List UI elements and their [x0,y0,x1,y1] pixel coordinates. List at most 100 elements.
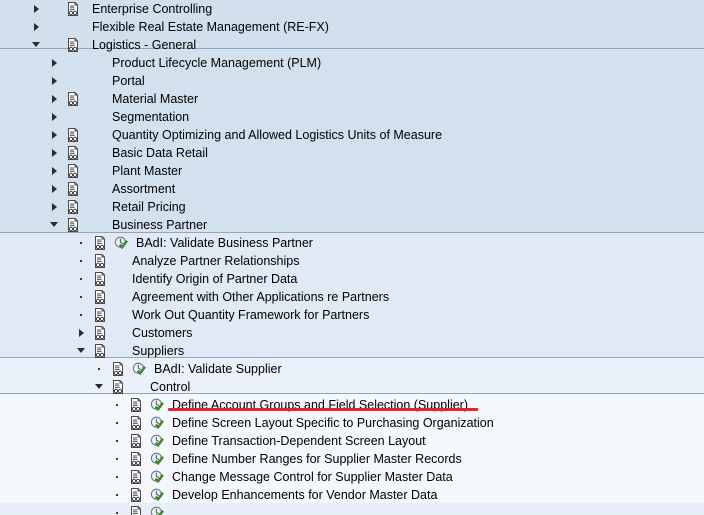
img-activity-green-check-icon[interactable] [132,362,146,376]
chevron-right-icon[interactable] [31,0,42,18]
tree-row-label[interactable]: BAdI: Validate Supplier [154,360,282,378]
tree-row-label[interactable]: Assortment [112,180,175,198]
img-activity-green-check-icon[interactable] [150,416,164,430]
tree-row[interactable]: Flexible Real Estate Management (RE-FX) [0,18,704,36]
img-activity-green-check-icon[interactable] [150,488,164,502]
tree-row[interactable]: Quantity Optimizing and Allowed Logistic… [0,126,704,144]
img-document-icon [93,326,107,340]
tree-row-label[interactable]: Quantity Optimizing and Allowed Logistic… [112,126,442,144]
tree-row-label[interactable]: Basic Data Retail [112,144,208,162]
tree-row-label[interactable]: BAdI: Validate Business Partner [136,234,313,252]
red-underline-annotation [168,408,478,411]
bullet-dot-icon [76,252,87,270]
tree-row[interactable]: Develop Enhancements for Vendor Master D… [0,486,704,504]
tree-row[interactable]: Define Screen Layout Specific to Purchas… [0,414,704,432]
chevron-right-icon[interactable] [31,18,42,36]
img-activity-green-check-icon[interactable] [150,470,164,484]
tree-row-label[interactable]: Control [150,378,190,396]
tree-row[interactable]: Change Message Control for Supplier Mast… [0,468,704,486]
tree-row[interactable]: Material Master [0,90,704,108]
tree-row[interactable]: Define Account Groups and Field Selectio… [0,396,704,414]
img-activity-green-check-icon[interactable] [150,452,164,466]
chevron-down-icon[interactable] [94,378,105,396]
chevron-down-icon[interactable] [31,36,42,54]
tree-row-label[interactable]: Identify Origin of Partner Data [132,270,297,288]
tree-row-label[interactable]: Customers [132,324,192,342]
tree-row-label[interactable]: Material Master [112,90,198,108]
img-document-icon [129,398,143,412]
tree-row[interactable]: Suppliers [0,342,704,360]
tree-row-label[interactable]: Analyze Partner Relationships [132,252,299,270]
img-activity-green-check-icon[interactable] [150,506,164,515]
img-document-icon [66,38,80,52]
tree-row[interactable]: Define Number Ranges for Supplier Master… [0,450,704,468]
tree-row-label[interactable]: Logistics - General [92,36,196,54]
tree-row-label[interactable]: Work Out Quantity Framework for Partners [132,306,369,324]
chevron-right-icon[interactable] [49,108,60,126]
tree-row-label[interactable]: Change Message Control for Supplier Mast… [172,468,453,486]
tree-row[interactable]: Segmentation [0,108,704,126]
tree-row[interactable]: Assortment [0,180,704,198]
img-document-icon [129,452,143,466]
tree-row[interactable]: Identify Origin of Partner Data [0,270,704,288]
tree-row[interactable]: Enterprise Controlling [0,0,704,18]
chevron-right-icon[interactable] [76,324,87,342]
tree-row[interactable]: Customers [0,324,704,342]
img-tree-viewer[interactable]: Enterprise Controlling Flexible Real Esta… [0,0,704,515]
tree-row[interactable]: Work Out Quantity Framework for Partners [0,306,704,324]
img-document-icon [93,344,107,358]
img-activity-green-check-icon[interactable] [150,434,164,448]
chevron-down-icon[interactable] [49,216,60,234]
tree-row-label[interactable]: Business Partner [112,216,207,234]
tree-row-label[interactable]: Segmentation [112,108,189,126]
img-document-icon [129,434,143,448]
chevron-right-icon[interactable] [49,72,60,90]
tree-row[interactable]: BAdI: Validate Business Partner [0,234,704,252]
tree-row-label[interactable]: Define Transaction-Dependent Screen Layo… [172,432,426,450]
tree-row-label[interactable]: Define Screen Layout Specific to Purchas… [172,414,494,432]
img-document-icon [129,416,143,430]
tree-row[interactable] [0,504,704,515]
tree-row-label[interactable]: Retail Pricing [112,198,186,216]
img-document-icon [66,182,80,196]
bullet-dot-icon [112,504,123,515]
bullet-dot-icon [112,486,123,504]
tree-row[interactable]: Analyze Partner Relationships [0,252,704,270]
img-activity-green-check-icon[interactable] [150,398,164,412]
tree-row-label[interactable]: Flexible Real Estate Management (RE-FX) [92,18,329,36]
chevron-right-icon[interactable] [49,180,60,198]
tree-row[interactable]: BAdI: Validate Supplier [0,360,704,378]
tree-row[interactable]: Portal [0,72,704,90]
img-document-icon [66,128,80,142]
chevron-right-icon[interactable] [49,90,60,108]
tree-row-label[interactable]: Develop Enhancements for Vendor Master D… [172,486,437,504]
img-document-icon [66,146,80,160]
chevron-right-icon[interactable] [49,198,60,216]
tree-row-label[interactable]: Define Account Groups and Field Selectio… [172,396,468,414]
tree-row-label[interactable]: Plant Master [112,162,182,180]
tree-row-label[interactable]: Define Number Ranges for Supplier Master… [172,450,462,468]
img-activity-green-check-icon[interactable] [114,236,128,250]
tree-row-label[interactable]: Agreement with Other Applications re Par… [132,288,389,306]
tree-row-label[interactable]: Suppliers [132,342,184,360]
tree-row[interactable]: Business Partner [0,216,704,234]
tree-row[interactable]: Retail Pricing [0,198,704,216]
chevron-down-icon[interactable] [76,342,87,360]
tree-row[interactable]: Logistics - General [0,36,704,54]
bullet-dot-icon [112,450,123,468]
tree-row[interactable]: Plant Master [0,162,704,180]
tree-row[interactable]: Basic Data Retail [0,144,704,162]
img-document-icon [111,362,125,376]
chevron-right-icon[interactable] [49,144,60,162]
img-document-icon [66,218,80,232]
tree-row-label[interactable]: Portal [112,72,145,90]
chevron-right-icon[interactable] [49,162,60,180]
chevron-right-icon[interactable] [49,126,60,144]
tree-row[interactable]: Define Transaction-Dependent Screen Layo… [0,432,704,450]
tree-row[interactable]: Product Lifecycle Management (PLM) [0,54,704,72]
chevron-right-icon[interactable] [49,54,60,72]
tree-row-label[interactable]: Product Lifecycle Management (PLM) [112,54,321,72]
tree-row[interactable]: Control [0,378,704,396]
tree-row-label[interactable]: Enterprise Controlling [92,0,212,18]
tree-row[interactable]: Agreement with Other Applications re Par… [0,288,704,306]
